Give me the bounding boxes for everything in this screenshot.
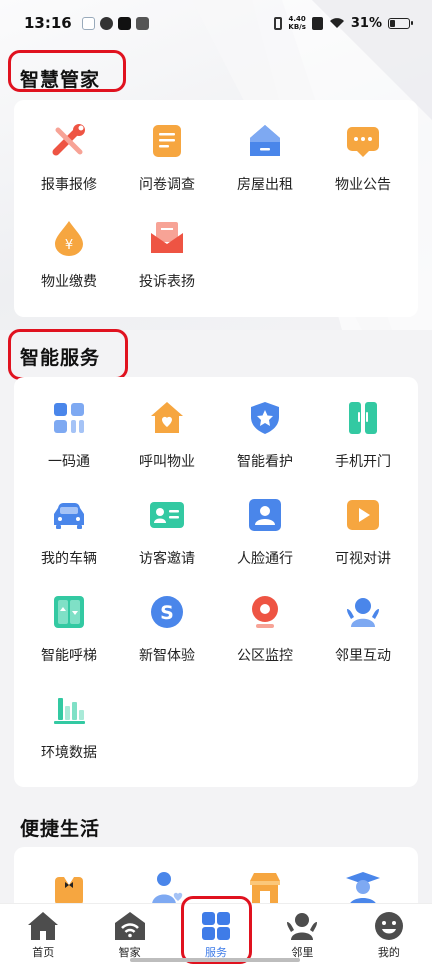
battery-icon bbox=[388, 17, 413, 29]
service-label: 我的车辆 bbox=[41, 551, 97, 567]
id-card-icon bbox=[150, 502, 184, 528]
battery-percent: 31% bbox=[350, 15, 382, 31]
house-icon bbox=[250, 125, 280, 156]
grid-code-icon bbox=[54, 403, 84, 433]
status-time: 13:16 bbox=[24, 14, 72, 32]
net-speed-unit: KB/s bbox=[288, 23, 306, 31]
document-icon bbox=[153, 125, 181, 157]
heart-house-icon bbox=[151, 402, 183, 433]
service-label: 邻里互动 bbox=[335, 648, 391, 664]
service-complaint-praise[interactable]: 投诉表扬 bbox=[118, 219, 216, 316]
service-smart-care[interactable]: 智能看护 bbox=[216, 399, 314, 496]
service-label: 呼叫物业 bbox=[139, 454, 195, 470]
service-label: 一码通 bbox=[48, 454, 90, 470]
nav-home[interactable]: 首页 bbox=[0, 904, 86, 964]
neighbor-icon bbox=[347, 598, 379, 627]
service-environment-data[interactable]: 环境数据 bbox=[20, 690, 118, 787]
wrench-icon bbox=[52, 124, 85, 156]
service-phone-open-door[interactable]: 手机开门 bbox=[314, 399, 412, 496]
svg-text:S: S bbox=[160, 602, 174, 624]
service-label: 公区监控 bbox=[237, 648, 293, 664]
wifi-house-icon bbox=[114, 912, 145, 940]
section-title-housekeeper: 智慧管家 bbox=[20, 69, 101, 91]
service-label: 物业公告 bbox=[335, 177, 391, 193]
s-circle-icon: S bbox=[151, 596, 183, 628]
service-label: 可视对讲 bbox=[335, 551, 391, 567]
service-label: 访客邀请 bbox=[139, 551, 195, 567]
vibrate-icon bbox=[274, 16, 283, 30]
network-speed: 4.40 KB/s bbox=[288, 15, 305, 31]
graduate-icon bbox=[346, 872, 380, 907]
yuan-drop-icon: ¥ bbox=[55, 221, 83, 256]
service-neighbor-interaction[interactable]: 邻里互动 bbox=[314, 593, 412, 690]
nav-neighbors[interactable]: 邻里 bbox=[259, 904, 345, 964]
nav-mine[interactable]: 我的 bbox=[346, 904, 432, 964]
service-smart-elevator[interactable]: 智能呼梯 bbox=[20, 593, 118, 690]
service-property-notice[interactable]: 物业公告 bbox=[314, 122, 412, 219]
home-indicator bbox=[130, 958, 300, 962]
section-title-smart-services: 智能服务 bbox=[20, 347, 101, 369]
service-label: 报事报修 bbox=[41, 177, 97, 193]
tuxedo-icon bbox=[55, 877, 83, 905]
shield-star-icon bbox=[251, 402, 279, 434]
face-id-icon bbox=[249, 499, 281, 531]
home-icon bbox=[28, 912, 59, 940]
service-label: 智能看护 bbox=[237, 454, 293, 470]
service-face-pass[interactable]: 人脸通行 bbox=[216, 496, 314, 593]
play-video-icon bbox=[347, 500, 379, 530]
neighbor-icon bbox=[287, 913, 318, 940]
notification-app-icon bbox=[99, 16, 113, 30]
service-label: 人脸通行 bbox=[237, 551, 293, 567]
service-label: 手机开门 bbox=[335, 454, 391, 470]
person-heart-icon bbox=[152, 872, 183, 905]
camera-icon bbox=[252, 596, 278, 628]
nav-smart-home[interactable]: 智家 bbox=[86, 904, 172, 964]
service-label: 新智体验 bbox=[139, 648, 195, 664]
smile-face-icon bbox=[374, 912, 403, 940]
sim-off-icon bbox=[311, 16, 323, 30]
service-property-payment[interactable]: ¥ 物业缴费 bbox=[20, 219, 118, 316]
svg-text:¥: ¥ bbox=[65, 238, 73, 253]
tiktok-icon bbox=[117, 16, 131, 30]
notification-app-icon bbox=[81, 16, 95, 30]
door-icon bbox=[349, 402, 377, 434]
car-icon bbox=[54, 503, 84, 529]
service-public-monitoring[interactable]: 公区监控 bbox=[216, 593, 314, 690]
service-visitor-invite[interactable]: 访客邀请 bbox=[118, 496, 216, 593]
housekeeper-card: 报事报修 问卷调查 房屋出租 物业公告 ¥ 物业缴费 投诉表扬 bbox=[14, 100, 418, 317]
wifi-icon bbox=[329, 18, 344, 28]
service-one-code[interactable]: 一码通 bbox=[20, 399, 118, 496]
highlight-oval-services-tab bbox=[181, 896, 252, 964]
shop-icon bbox=[250, 873, 280, 905]
service-my-vehicle[interactable]: 我的车辆 bbox=[20, 496, 118, 593]
service-video-intercom[interactable]: 可视对讲 bbox=[314, 496, 412, 593]
service-label: 物业缴费 bbox=[41, 274, 97, 290]
service-questionnaire[interactable]: 问卷调查 bbox=[118, 122, 216, 219]
service-label: 智能呼梯 bbox=[41, 648, 97, 664]
service-label: 问卷调查 bbox=[139, 177, 195, 193]
elevator-icon bbox=[54, 596, 84, 628]
service-label: 投诉表扬 bbox=[139, 274, 195, 290]
notification-app-icon bbox=[135, 16, 149, 30]
bar-chart-icon bbox=[54, 698, 85, 724]
service-house-rental[interactable]: 房屋出租 bbox=[216, 122, 314, 219]
service-report-repair[interactable]: 报事报修 bbox=[20, 122, 118, 219]
service-new-smart-experience[interactable]: S 新智体验 bbox=[118, 593, 216, 690]
smart-services-card: 一码通 呼叫物业 智能看护 手机开门 我的车辆 访客邀请 人脸通行 可视对讲 智… bbox=[14, 377, 418, 787]
nav-label: 首页 bbox=[32, 946, 55, 959]
service-label: 房屋出租 bbox=[237, 177, 293, 193]
message-icon bbox=[347, 127, 379, 157]
service-call-property[interactable]: 呼叫物业 bbox=[118, 399, 216, 496]
service-label: 环境数据 bbox=[41, 745, 97, 761]
status-bar: 13:16 4.40 KB/s 31% bbox=[0, 0, 432, 46]
envelope-icon bbox=[151, 222, 183, 253]
net-speed-value: 4.40 bbox=[288, 15, 306, 23]
section-title-convenient-life: 便捷生活 bbox=[20, 818, 101, 840]
nav-label: 我的 bbox=[377, 946, 400, 959]
